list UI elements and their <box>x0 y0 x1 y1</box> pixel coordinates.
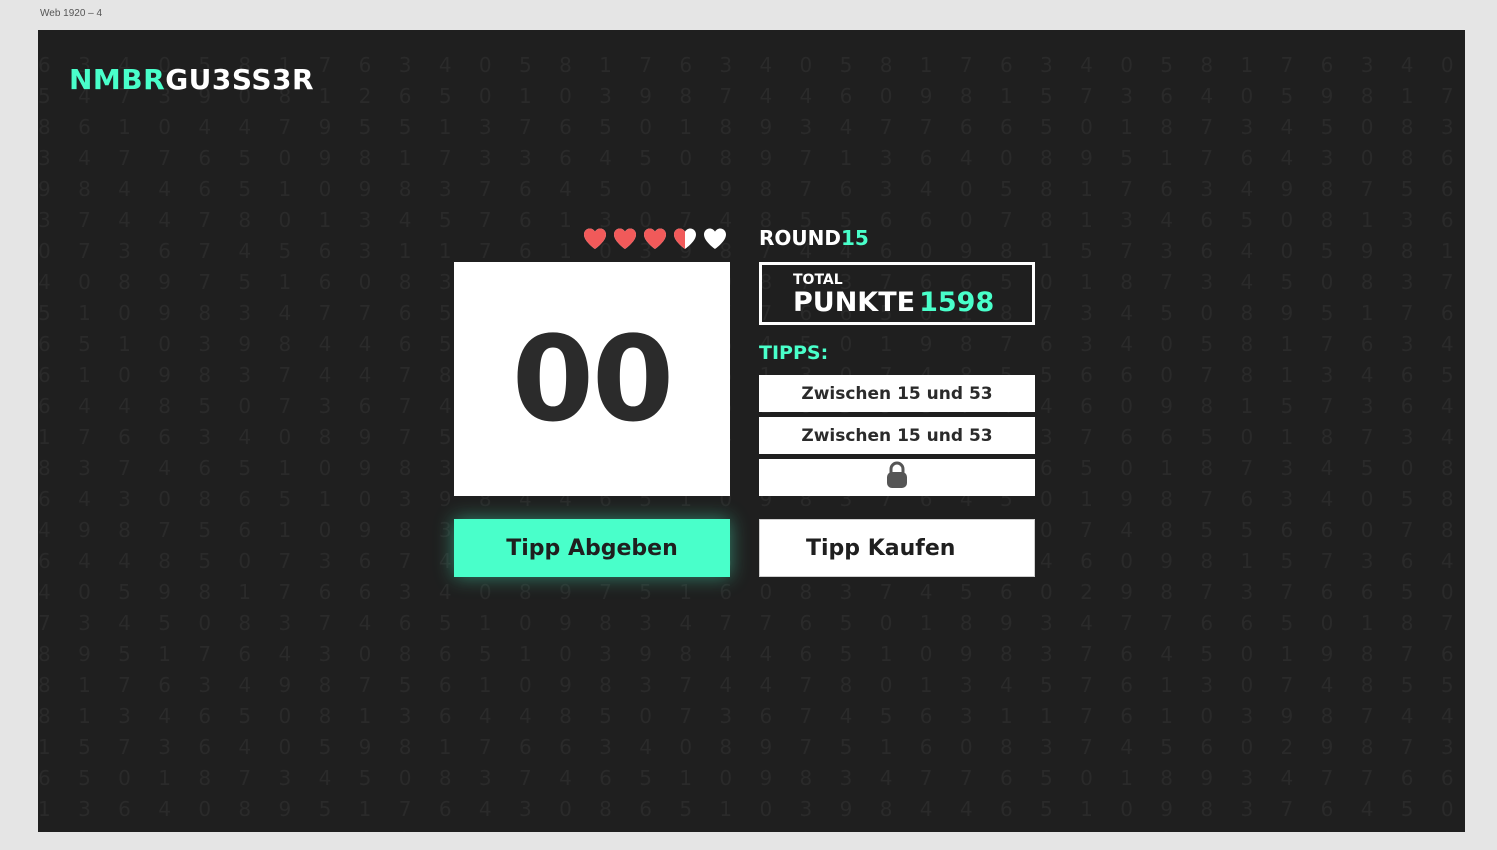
score-value: 1598 <box>919 287 995 318</box>
tip-item-locked[interactable] <box>759 459 1035 496</box>
round-indicator: ROUND15 <box>759 226 869 250</box>
score-punkte-label: PUNKTE <box>793 287 916 318</box>
round-label: ROUND <box>759 226 841 250</box>
lock-icon <box>886 461 908 494</box>
number-display-value: 00 <box>511 310 674 448</box>
submit-guess-button[interactable]: Tipp Abgeben <box>454 519 730 577</box>
heart-icon <box>672 226 698 250</box>
tip-item: Zwischen 15 und 53 <box>759 417 1035 454</box>
score-total-label: TOTAL <box>793 272 843 288</box>
buy-tip-button[interactable]: Tipp Kaufen <box>759 519 1035 577</box>
artboard-label: Web 1920 – 4 <box>40 8 103 19</box>
lives-indicator <box>582 226 728 250</box>
game-screen: 6 3 4 0 5 8 1 7 6 3 4 0 5 8 1 7 6 3 4 0 … <box>38 30 1465 832</box>
heart-icon <box>642 226 668 250</box>
logo-rest: GU3SS3R <box>165 63 315 96</box>
round-number: 15 <box>840 226 869 250</box>
heart-icon <box>582 226 608 250</box>
tipps-label: TIPPS: <box>759 342 829 364</box>
logo-accent: NMBR <box>69 63 166 96</box>
heart-icon <box>702 226 728 250</box>
tip-item: Zwischen 15 und 53 <box>759 375 1035 412</box>
logo: NMBRGU3SS3R <box>69 63 314 96</box>
score-box: TOTAL PUNKTE 1598 <box>759 262 1035 325</box>
heart-icon <box>612 226 638 250</box>
number-display[interactable]: 00 <box>454 262 730 496</box>
background-digit-pattern: 6 3 4 0 5 8 1 7 6 3 4 0 5 8 1 7 6 3 4 0 … <box>38 53 1465 832</box>
score-row: PUNKTE 1598 <box>793 287 1032 318</box>
